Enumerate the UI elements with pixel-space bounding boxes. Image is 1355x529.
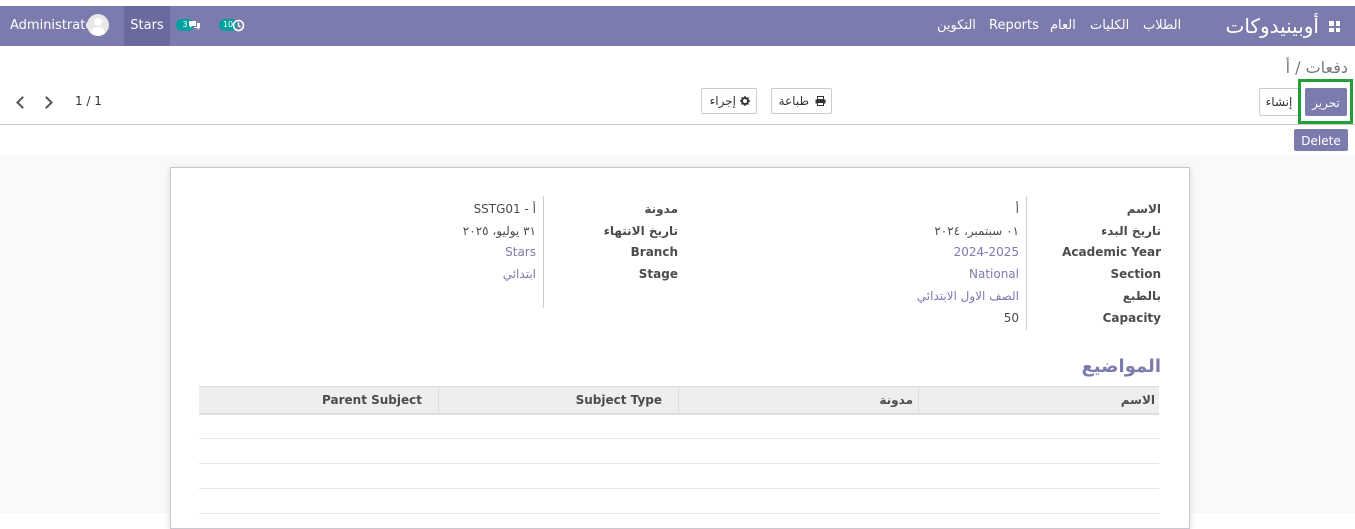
group-divider bbox=[1026, 196, 1027, 330]
field-label-end-date: تاريخ الانتهاء bbox=[603, 224, 678, 238]
field-value-code: SSTG01 - أ bbox=[473, 202, 536, 216]
action-button[interactable]: إجراء bbox=[701, 88, 757, 114]
menu-faculties[interactable]: الكليات bbox=[1090, 6, 1129, 46]
field-label-name: الاسم bbox=[1126, 202, 1161, 216]
user-avatar[interactable] bbox=[87, 14, 109, 36]
column-header-parent-subject[interactable]: Parent Subject bbox=[322, 387, 422, 413]
field-value-name: أ bbox=[1015, 202, 1019, 216]
field-label-section: Section bbox=[1110, 267, 1161, 281]
menu-general[interactable]: العام bbox=[1050, 6, 1076, 46]
field-value-stage[interactable]: ابتدائي bbox=[503, 267, 536, 281]
menu-configuration[interactable]: التكوين bbox=[937, 6, 976, 46]
field-value-course[interactable]: الصف الاول الابتدائي bbox=[917, 289, 1019, 303]
table-row bbox=[199, 439, 1159, 464]
column-header-name[interactable]: الاسم bbox=[1121, 387, 1155, 413]
user-name[interactable]: Administrator bbox=[10, 6, 99, 46]
chevron-left-icon[interactable] bbox=[16, 96, 29, 109]
menu-students[interactable]: الطلاب bbox=[1143, 6, 1181, 46]
field-label-code: مدونة bbox=[644, 202, 678, 216]
menu-reports[interactable]: Reports bbox=[989, 6, 1039, 46]
field-label-stage: Stage bbox=[638, 267, 678, 281]
field-value-start-date: ٠١ سبتمبر، ٢٠٢٤ bbox=[934, 224, 1019, 238]
company-switcher-stars[interactable]: Stars bbox=[124, 6, 170, 46]
apps-grid-icon[interactable] bbox=[1329, 21, 1340, 32]
group-divider-left bbox=[543, 196, 544, 308]
main-navbar: أوبينيدوكات الطلاب الكليات العام Reports… bbox=[0, 6, 1355, 46]
create-button[interactable]: إنشاء bbox=[1259, 88, 1299, 116]
field-value-section[interactable]: National bbox=[969, 267, 1019, 281]
brand-title[interactable]: أوبينيدوكات bbox=[1226, 6, 1320, 46]
column-header-subject-type[interactable]: Subject Type bbox=[576, 387, 662, 413]
control-panel: دفعات / أ تحرير إنشاء طباعة إجراء 1 / 1 bbox=[0, 46, 1355, 125]
pager-value[interactable]: 1 / 1 bbox=[75, 94, 102, 108]
field-label-academic-year: Academic Year bbox=[1062, 245, 1161, 259]
form-sheet: الاسم تاريخ البدء Academic Year Section … bbox=[170, 167, 1190, 529]
table-row bbox=[199, 414, 1159, 439]
print-button[interactable]: طباعة bbox=[771, 88, 832, 114]
field-label-course: بالطبع bbox=[1122, 289, 1161, 303]
print-label: طباعة bbox=[778, 94, 809, 108]
field-value-capacity: 50 bbox=[1003, 311, 1019, 325]
field-label-start-date: تاريخ البدء bbox=[1101, 224, 1161, 238]
status-bar: Delete bbox=[0, 125, 1355, 156]
field-value-academic-year[interactable]: 2024-2025 bbox=[954, 245, 1019, 259]
gear-icon bbox=[740, 96, 750, 106]
field-value-end-date: ٣١ يوليو، ٢٠٢٥ bbox=[462, 224, 536, 238]
table-row bbox=[199, 464, 1159, 489]
column-header-code[interactable]: مدونة bbox=[879, 387, 913, 413]
chevron-right-icon[interactable] bbox=[40, 96, 53, 109]
subjects-section-title: المواضيع bbox=[1081, 356, 1162, 377]
field-value-branch[interactable]: Stars bbox=[505, 245, 536, 259]
subjects-table-header: الاسم مدونة Subject Type Parent Subject bbox=[199, 386, 1159, 415]
column-separator bbox=[678, 387, 679, 413]
chat-bubbles-icon[interactable] bbox=[188, 20, 201, 31]
field-label-capacity: Capacity bbox=[1102, 311, 1161, 325]
breadcrumb[interactable]: دفعات / أ bbox=[1286, 58, 1348, 77]
edit-button-highlight bbox=[1298, 79, 1353, 124]
printer-icon bbox=[815, 96, 826, 106]
field-label-branch: Branch bbox=[630, 245, 678, 259]
table-row bbox=[199, 489, 1159, 514]
action-label: إجراء bbox=[709, 94, 736, 108]
delete-button[interactable]: Delete bbox=[1294, 129, 1348, 151]
clock-icon[interactable] bbox=[232, 19, 245, 32]
column-separator bbox=[918, 387, 919, 413]
column-separator bbox=[438, 387, 439, 413]
